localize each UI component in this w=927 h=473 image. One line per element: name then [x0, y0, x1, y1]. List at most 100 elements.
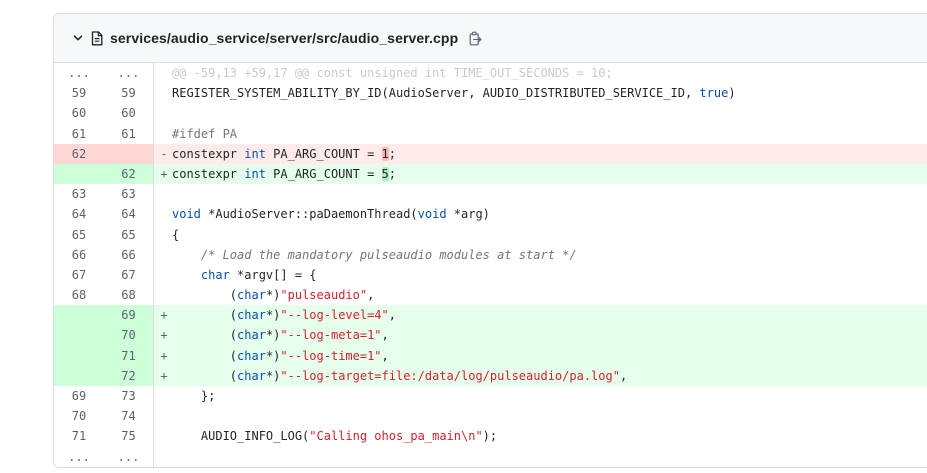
- old-line-number[interactable]: [54, 305, 104, 326]
- new-line-number[interactable]: 65: [104, 224, 154, 245]
- context-line[interactable]: 65 65 {: [54, 224, 927, 245]
- added-line[interactable]: 62 + constexpr int PA_ARG_COUNT = 5;: [54, 163, 927, 185]
- old-line-number[interactable]: 59: [54, 83, 104, 103]
- context-line[interactable]: 67 67 char *argv[] = {: [54, 264, 927, 286]
- hunk-header-text: @@ -59,13 +59,17 @@ const unsigned int T…: [154, 63, 927, 83]
- new-line-number[interactable]: 63: [104, 184, 154, 205]
- code-token: *arg): [446, 207, 490, 222]
- added-line[interactable]: 71 + (char*)"--log-time=1",: [54, 345, 927, 366]
- code-token: constexpr: [172, 166, 245, 181]
- new-line-number[interactable]: 70: [104, 325, 154, 346]
- footer-expand-new[interactable]: ...: [104, 446, 154, 467]
- code-token: "pulseaudio": [280, 288, 368, 303]
- new-line-number[interactable]: [104, 143, 154, 164]
- hunk-header-row[interactable]: ... ... @@ -59,13 +59,17 @@ const unsign…: [54, 63, 927, 84]
- hunk-expand-new[interactable]: ...: [104, 63, 154, 84]
- added-line[interactable]: 69 + (char*)"--log-level=4",: [54, 305, 927, 326]
- chevron-down-icon[interactable]: [72, 30, 84, 46]
- code-token: "--log-time=1": [280, 348, 382, 363]
- context-line[interactable]: 71 75 AUDIO_INFO_LOG("Calling ohos_pa_mai…: [54, 426, 927, 447]
- new-line-number[interactable]: 75: [104, 426, 154, 447]
- code-token: void: [172, 207, 201, 222]
- context-line[interactable]: 64 64 void *AudioServer::paDaemonThread(vo…: [54, 204, 927, 225]
- code-token: (: [172, 308, 238, 323]
- new-line-number[interactable]: 59: [104, 83, 154, 104]
- new-line-number[interactable]: 61: [104, 123, 154, 144]
- context-line[interactable]: 69 73 };: [54, 386, 927, 407]
- code-token: "Calling ohos_pa_main\n": [309, 429, 483, 444]
- code-token: (: [172, 328, 238, 343]
- code-token: *AudioServer::paDaemonThread(: [200, 207, 418, 222]
- code-token: char: [237, 348, 266, 363]
- new-line-number[interactable]: 66: [104, 244, 154, 265]
- old-line-number[interactable]: 61: [54, 124, 104, 144]
- code-content: [154, 184, 927, 204]
- context-line[interactable]: 59 59 REGISTER_SYSTEM_ABILITY_BY_ID(AudioS…: [54, 83, 927, 104]
- code-token: {: [172, 227, 180, 242]
- file-path[interactable]: services/audio_service/server/src/audio_…: [110, 30, 458, 46]
- code-content: + (char*)"--log-target=file:/data/log/pu…: [154, 365, 927, 386]
- code-content: + constexpr int PA_ARG_COUNT = 5;: [154, 163, 927, 185]
- copy-icon[interactable]: [468, 30, 482, 46]
- added-line[interactable]: 70 + (char*)"--log-meta=1",: [54, 325, 927, 346]
- old-line-number[interactable]: 63: [54, 184, 104, 204]
- code-token: char: [237, 308, 266, 323]
- new-line-number[interactable]: 73: [104, 386, 154, 407]
- old-line-number[interactable]: 70: [54, 406, 104, 426]
- added-line[interactable]: 72 + (char*)"--log-target=file:/data/log/…: [54, 365, 927, 386]
- code-token: ,: [381, 328, 389, 343]
- context-line[interactable]: 61 61 #ifdef PA: [54, 123, 927, 144]
- code-token: };: [172, 389, 216, 403]
- new-line-number[interactable]: 68: [104, 285, 154, 306]
- diff-marker: +: [160, 308, 168, 323]
- context-line[interactable]: 66 66 /* Load the mandatory pulseaudio mo…: [54, 244, 927, 265]
- diff-marker: +: [160, 348, 168, 363]
- old-line-number[interactable]: 68: [54, 285, 104, 305]
- old-line-number[interactable]: [54, 163, 104, 185]
- code-token: ): [728, 86, 736, 101]
- new-line-number[interactable]: 60: [104, 103, 154, 124]
- footer-expand-row[interactable]: ... ...: [54, 446, 927, 467]
- code-content: + (char*)"--log-meta=1",: [154, 325, 927, 346]
- old-line-number[interactable]: 67: [54, 265, 104, 285]
- footer-expand-old[interactable]: ...: [54, 447, 104, 467]
- new-line-number[interactable]: 71: [104, 345, 154, 366]
- footer-spacer: [154, 447, 927, 467]
- code-token: "--log-level=4": [280, 308, 389, 323]
- code-token: constexpr: [172, 146, 245, 161]
- code-token: "--log-target=file:/data/log/pulseaudio/…: [280, 368, 620, 383]
- code-content: AUDIO_INFO_LOG("Calling ohos_pa_main\n")…: [154, 426, 927, 446]
- code-content: #ifdef PA: [154, 124, 927, 144]
- new-line-number[interactable]: 69: [104, 305, 154, 326]
- old-line-number[interactable]: 62: [54, 143, 104, 164]
- old-line-number[interactable]: 60: [54, 103, 104, 123]
- code-content: REGISTER_SYSTEM_ABILITY_BY_ID(AudioServe…: [154, 83, 927, 103]
- hunk-expand-old[interactable]: ...: [54, 63, 104, 83]
- old-line-number[interactable]: [54, 365, 104, 386]
- diff-marker: +: [160, 368, 168, 383]
- new-line-number[interactable]: 64: [104, 204, 154, 225]
- code-token: AUDIO_INFO_LOG(: [172, 429, 310, 444]
- context-line[interactable]: 68 68 (char*)"pulseaudio",: [54, 285, 927, 306]
- new-line-number[interactable]: 67: [104, 264, 154, 286]
- old-line-number[interactable]: 65: [54, 225, 104, 245]
- context-line[interactable]: 70 74: [54, 406, 927, 427]
- old-line-number[interactable]: 71: [54, 426, 104, 446]
- context-line[interactable]: 60 60: [54, 103, 927, 124]
- code-content: [154, 406, 927, 426]
- context-line[interactable]: 63 63: [54, 184, 927, 205]
- code-content: /* Load the mandatory pulseaudio modules…: [154, 245, 927, 265]
- old-line-number[interactable]: 69: [54, 386, 104, 406]
- code-token: 1: [381, 146, 389, 161]
- deleted-line[interactable]: 62 - constexpr int PA_ARG_COUNT = 1;: [54, 143, 927, 164]
- diff-marker: +: [160, 328, 168, 343]
- old-line-number[interactable]: [54, 345, 104, 366]
- new-line-number[interactable]: 74: [104, 406, 154, 427]
- old-line-number[interactable]: 66: [54, 245, 104, 265]
- old-line-number[interactable]: 64: [54, 204, 104, 224]
- new-line-number[interactable]: 62: [104, 163, 154, 185]
- diff-lines: 59 59 REGISTER_SYSTEM_ABILITY_BY_ID(AudioS…: [54, 83, 927, 447]
- diff-marker: +: [160, 166, 168, 181]
- new-line-number[interactable]: 72: [104, 365, 154, 386]
- old-line-number[interactable]: [54, 325, 104, 346]
